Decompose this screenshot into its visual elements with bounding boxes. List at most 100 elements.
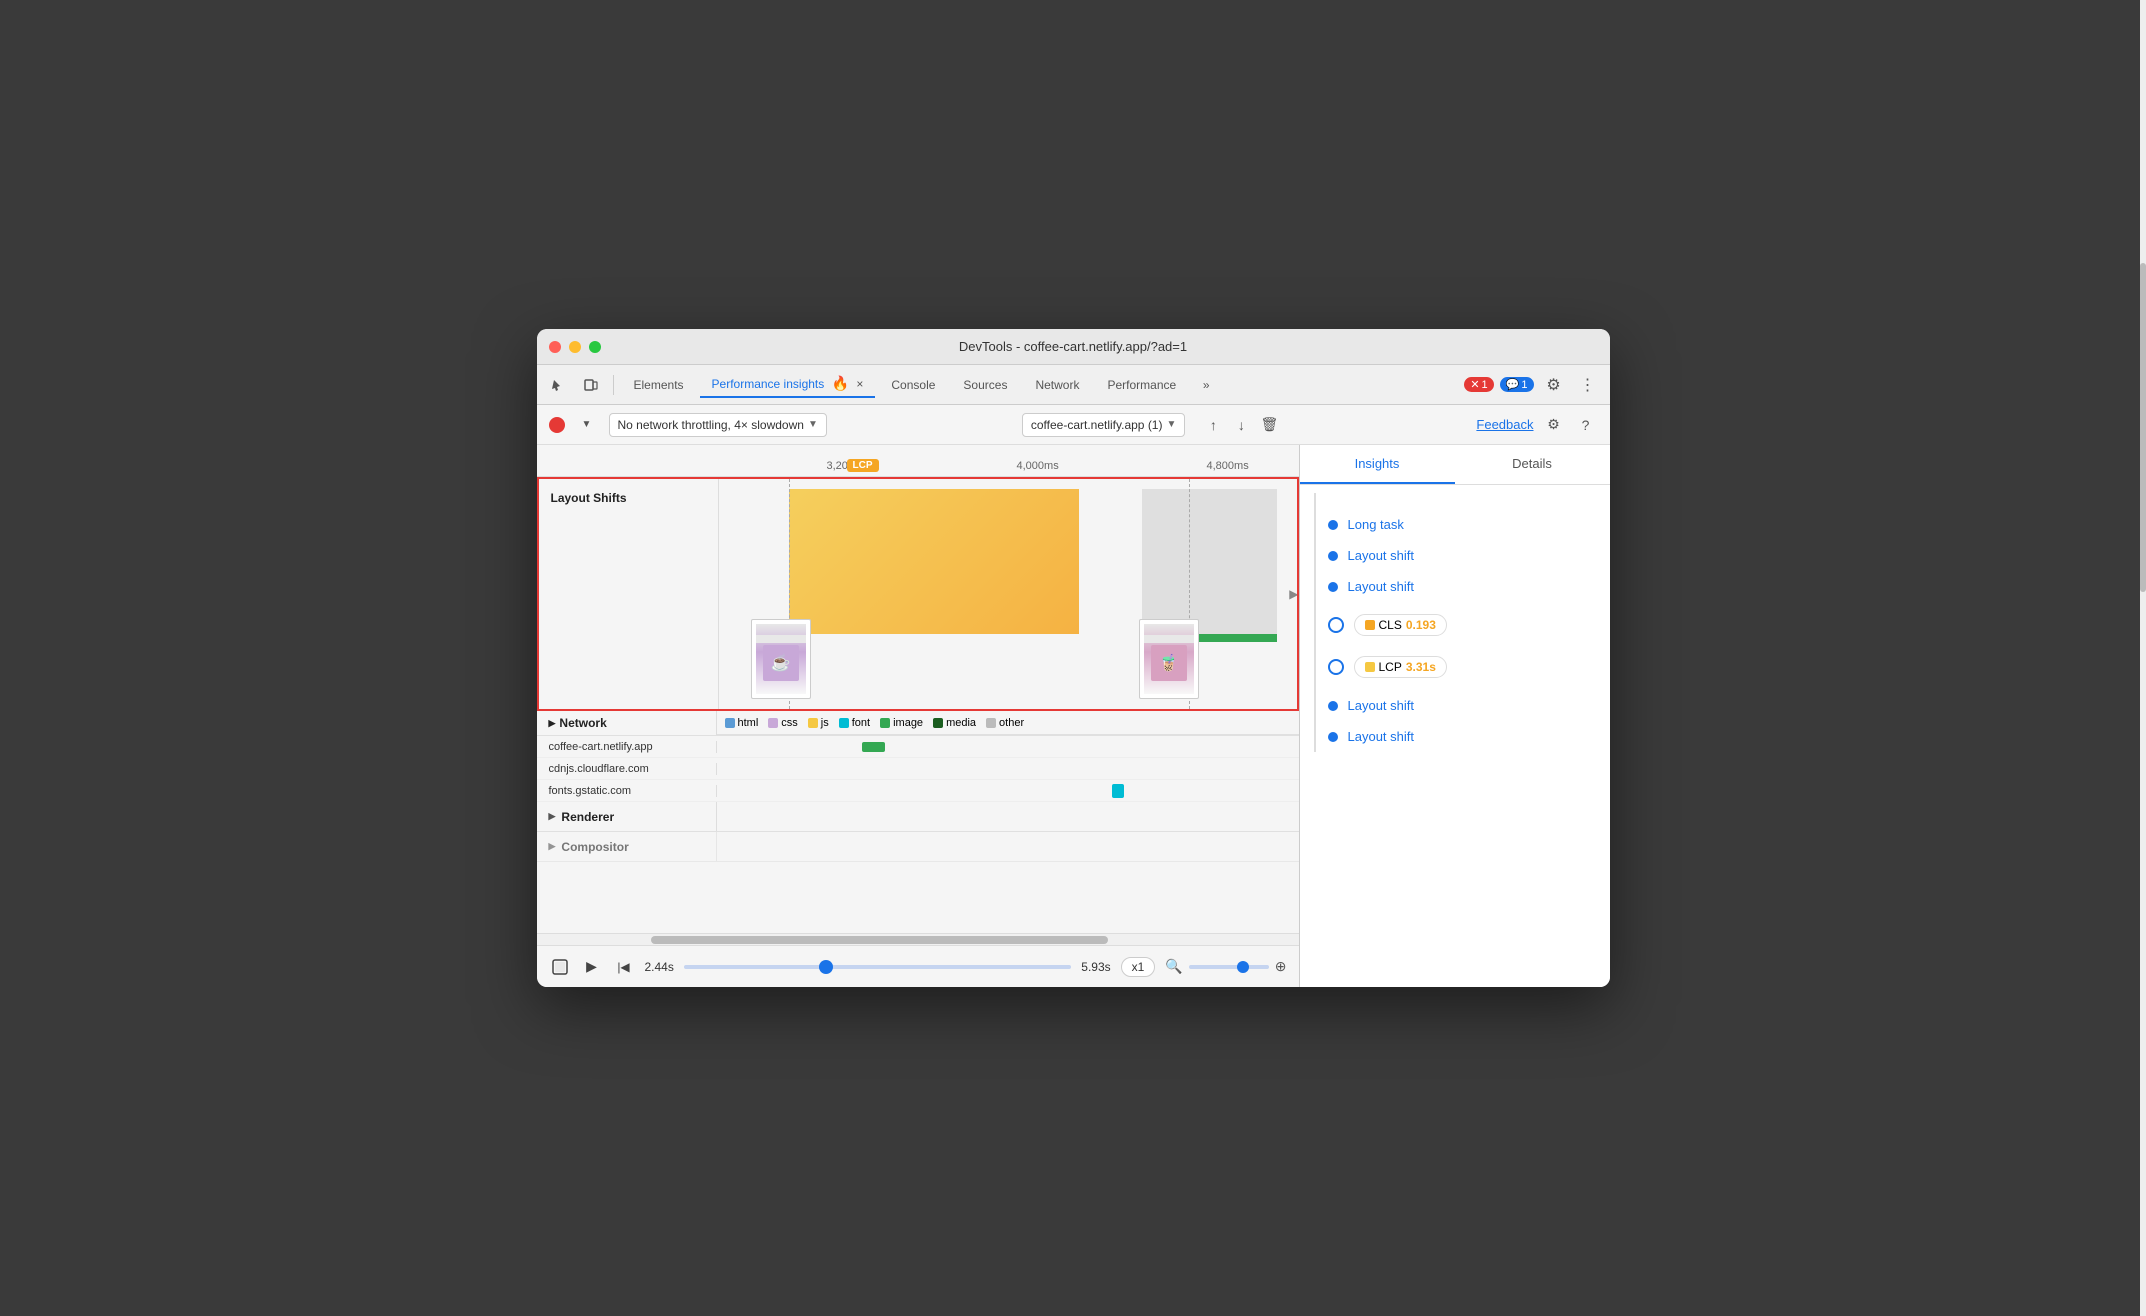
legend-css: css [768, 717, 798, 729]
scroll-spacer-top [1328, 493, 1610, 509]
zoom-in-icon[interactable]: ⊕ [1275, 958, 1287, 975]
layout-shift-4-link[interactable]: Layout shift [1348, 729, 1415, 744]
font-label: font [852, 717, 870, 729]
skip-to-start-button[interactable]: |◀ [613, 956, 635, 978]
url-arrow-icon: ▼ [1166, 419, 1176, 430]
tab-console[interactable]: Console [879, 374, 947, 396]
speed-badge[interactable]: x1 [1121, 957, 1156, 977]
long-task-link[interactable]: Long task [1348, 517, 1404, 532]
play-button[interactable]: ▶ [581, 956, 603, 978]
upload-icon[interactable]: ↑ [1201, 413, 1225, 437]
net-bar-3 [1112, 784, 1124, 798]
net-host-3: fonts.gstatic.com [537, 785, 717, 797]
insights-content: Long task Layout shift Layout shift [1300, 485, 1610, 987]
tab-elements[interactable]: Elements [622, 374, 696, 396]
zoom-slider-thumb[interactable] [1237, 961, 1249, 973]
layout-shift-3-link[interactable]: Layout shift [1348, 698, 1415, 713]
timeline-panel: 3,200ms 4,000ms 4,800ms LCP Layout Shift… [537, 445, 1300, 987]
compositor-label[interactable]: Compositor [537, 832, 717, 861]
tab-performance[interactable]: Performance [1095, 374, 1188, 396]
h-scrollbar[interactable] [537, 933, 1299, 945]
close-button[interactable] [549, 341, 561, 353]
renderer-section-row: Renderer [537, 802, 1299, 832]
tab-details[interactable]: Details [1455, 445, 1610, 484]
lcp-label: LCP [1379, 660, 1402, 674]
other-color [986, 718, 996, 728]
device-tool[interactable] [577, 371, 605, 399]
tab-sources[interactable]: Sources [951, 374, 1019, 396]
gear-icon[interactable]: ⚙ [1542, 413, 1566, 437]
net-bar-area-3 [717, 780, 1299, 801]
minimize-button[interactable] [569, 341, 581, 353]
js-label: js [821, 717, 829, 729]
insight-layout-shift-4: Layout shift [1328, 721, 1610, 752]
screenshot-thumb-1[interactable]: ☕ [751, 619, 811, 699]
time-mark-2: 4,000ms [1017, 460, 1059, 472]
renderer-content [717, 802, 1299, 831]
timeline-thumb[interactable] [819, 960, 833, 974]
network-row-3: fonts.gstatic.com [537, 780, 1299, 802]
tab-performance-insights[interactable]: Performance insights 🔥 × [700, 371, 876, 398]
layout-shift-orange-block[interactable] [789, 489, 1079, 634]
layout-shifts-track: Layout Shifts [537, 477, 1299, 711]
record-button[interactable] [549, 417, 565, 433]
feedback-link[interactable]: Feedback [1476, 417, 1533, 432]
insight-long-task: Long task [1328, 509, 1610, 540]
product-image-2: 🧋 [1151, 645, 1187, 681]
screenshot-view-button[interactable] [549, 956, 571, 978]
image-label: image [893, 717, 923, 729]
insight-dot-5 [1328, 732, 1338, 742]
inspect-tool[interactable] [545, 371, 573, 399]
time-mark-3: 4,800ms [1207, 460, 1249, 472]
other-label: other [999, 717, 1024, 729]
legend-font: font [839, 717, 870, 729]
renderer-label[interactable]: Renderer [537, 802, 717, 831]
download-icon[interactable]: ↓ [1229, 413, 1253, 437]
record-dropdown[interactable]: ▼ [573, 411, 601, 439]
font-color [839, 718, 849, 728]
legend-html: html [725, 717, 759, 729]
url-dropdown[interactable]: coffee-cart.netlify.app (1) ▼ [1022, 413, 1186, 437]
help-icon[interactable]: ? [1574, 413, 1598, 437]
more-options-button[interactable]: ⋮ [1574, 371, 1602, 399]
css-color [768, 718, 778, 728]
compositor-content [717, 832, 1299, 861]
layout-shift-2-link[interactable]: Layout shift [1348, 579, 1415, 594]
tab-network[interactable]: Network [1023, 374, 1091, 396]
lcp-marker: LCP [847, 459, 879, 472]
network-row-1: coffee-cart.netlify.app [537, 736, 1299, 758]
lcp-badge-ins[interactable]: LCP 3.31s [1354, 656, 1447, 678]
layout-shifts-content[interactable]: ☕ 🧋 [719, 479, 1297, 709]
timeline-scrubber[interactable] [684, 965, 1071, 969]
message-badge[interactable]: 💬 1 [1500, 377, 1534, 392]
arrow-right-icon: ▶ [1289, 587, 1296, 601]
tab-insights[interactable]: Insights [1300, 445, 1455, 484]
net-host-1: coffee-cart.netlify.app [537, 741, 717, 753]
cls-label: CLS [1379, 618, 1402, 632]
css-label: css [781, 717, 798, 729]
delete-icon[interactable]: 🗑 [1257, 413, 1281, 437]
layout-shifts-label: Layout Shifts [539, 479, 719, 709]
insight-dot-1 [1328, 520, 1338, 530]
tracks-area[interactable]: Layout Shifts [537, 477, 1299, 933]
maximize-button[interactable] [589, 341, 601, 353]
insight-dot-2 [1328, 551, 1338, 561]
zoom-out-icon[interactable]: 🔍 [1165, 958, 1182, 975]
insight-layout-shift-1: Layout shift [1328, 540, 1610, 571]
screenshot-thumb-2[interactable]: 🧋 [1139, 619, 1199, 699]
cls-badge[interactable]: CLS 0.193 [1354, 614, 1447, 636]
h-scrollbar-thumb[interactable] [651, 936, 1108, 944]
start-time-label: 2.44s [645, 960, 674, 974]
settings-button[interactable]: ⚙ [1540, 371, 1568, 399]
error-badge[interactable]: ✕ 1 [1464, 377, 1493, 392]
zoom-slider[interactable] [1189, 965, 1269, 969]
throttle-dropdown[interactable]: No network throttling, 4× slowdown ▼ [609, 413, 827, 437]
more-tabs-button[interactable]: » [1192, 371, 1220, 399]
media-label: media [946, 717, 976, 729]
network-legend-section: ▶ Network html css [537, 711, 1299, 802]
legend-media: media [933, 717, 976, 729]
titlebar: DevTools - coffee-cart.netlify.app/?ad=1 [537, 329, 1610, 365]
layout-shift-gray-block[interactable] [1142, 489, 1277, 634]
layout-shift-1-link[interactable]: Layout shift [1348, 548, 1415, 563]
html-label: html [738, 717, 759, 729]
